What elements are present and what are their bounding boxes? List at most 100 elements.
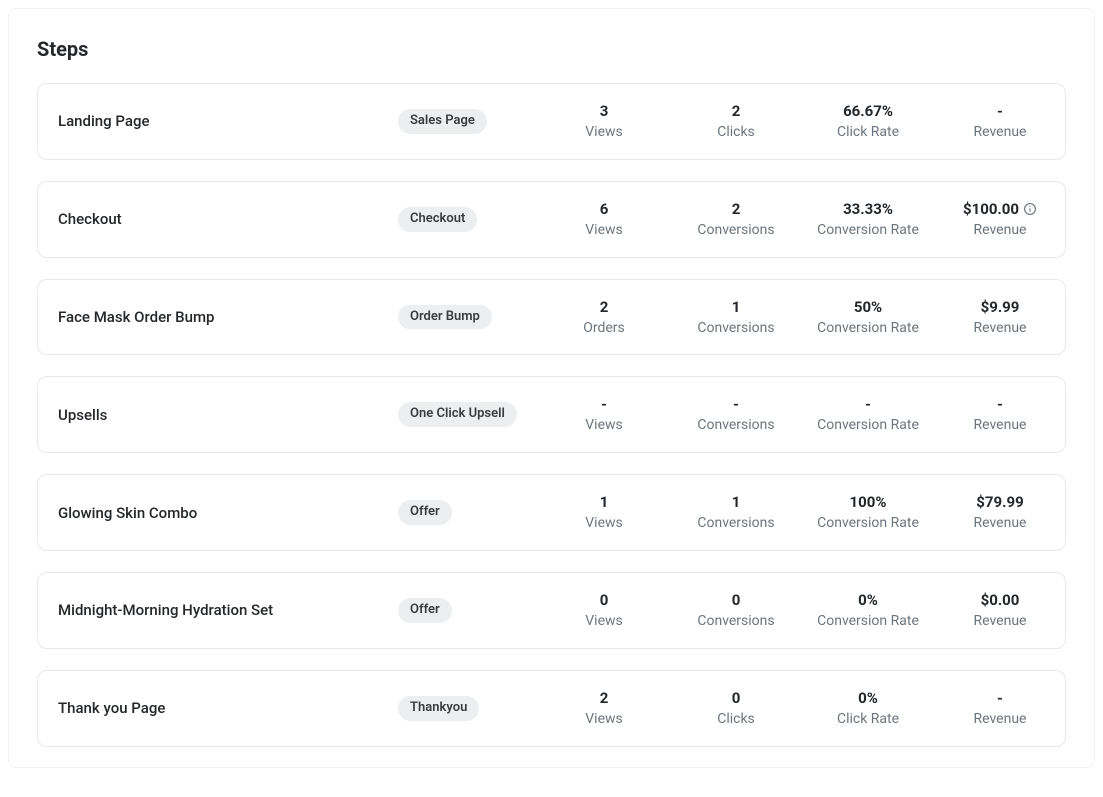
metric-value-text: $79.99	[976, 493, 1023, 511]
step-row[interactable]: UpsellsOne Click Upsell-Views-Conversion…	[37, 376, 1066, 453]
step-name: Face Mask Order Bump	[58, 308, 398, 326]
metric-label: Conversions	[697, 222, 774, 239]
metric-value-text: 6	[600, 200, 609, 218]
metric-label: Conversion Rate	[817, 417, 919, 434]
metric-label: Revenue	[974, 515, 1027, 532]
metric-value-text: -	[997, 689, 1003, 707]
metric-value-text: -	[997, 395, 1003, 413]
metric-value: $0.00	[981, 591, 1020, 609]
metric-value-text: 1	[732, 298, 741, 316]
metric: 100% Conversion Rate	[802, 493, 934, 532]
metric-label: Conversions	[697, 320, 774, 337]
metric-value-text: 1	[732, 493, 741, 511]
step-row[interactable]: Thank you PageThankyou2Views0Clicks0%Cli…	[37, 670, 1066, 747]
metric: 0%Conversion Rate	[802, 591, 934, 630]
metric-value: 2	[732, 102, 741, 120]
step-row[interactable]: Face Mask Order BumpOrder Bump2Orders1Co…	[37, 279, 1066, 356]
metric-label: Conversions	[697, 417, 774, 434]
metric-label: Click Rate	[837, 124, 899, 141]
metric-value: 3	[600, 102, 609, 120]
step-metrics: 2 Orders 1 Conversions 50% Conversion Rate $9.…	[538, 298, 1066, 337]
metric-value-text: -	[601, 395, 607, 413]
step-metrics: 6 Views 2Conversions 33.33% Conversion Rate $…	[538, 200, 1066, 239]
metric-value-text: -	[997, 102, 1003, 120]
step-type-badge: One Click Upsell	[398, 402, 517, 427]
metric-label: Revenue	[974, 222, 1027, 239]
metric-value: 0	[732, 591, 741, 609]
metric-label: Views	[585, 417, 623, 434]
step-name: Midnight-Morning Hydration Set	[58, 601, 398, 619]
metric-label: Conversion Rate	[817, 515, 919, 532]
metric-value-text: 0	[732, 591, 741, 609]
step-badge-cell: Checkout	[398, 207, 538, 232]
metric: $100.00 Revenue	[934, 200, 1066, 239]
step-metrics: 1 Views 1Conversions 100% Conversion Rate $79…	[538, 493, 1066, 532]
metric-value-text: 0	[732, 689, 741, 707]
metric-value-text: 100%	[850, 493, 887, 511]
metric: - Revenue	[934, 395, 1066, 434]
metric-value-text: 3	[600, 102, 609, 120]
metric-value: 0	[600, 591, 609, 609]
step-badge-cell: One Click Upsell	[398, 402, 538, 427]
metric-label: Revenue	[974, 613, 1027, 630]
metric-value: -	[997, 689, 1003, 707]
metric-value-text: 0%	[858, 689, 878, 707]
metric-value-text: 2	[600, 689, 609, 707]
metric-value: 100%	[850, 493, 887, 511]
step-row[interactable]: CheckoutCheckout6Views2Conversions33.33%…	[37, 181, 1066, 258]
metric-label: Orders	[583, 320, 625, 337]
metric-value: 66.67%	[843, 102, 893, 120]
metric: 1Conversions	[670, 493, 802, 532]
metric: 1 Conversions	[670, 298, 802, 337]
metric: $9.99Revenue	[934, 298, 1066, 337]
metric-label: Conversions	[697, 613, 774, 630]
metric-value-text: 2	[732, 102, 741, 120]
metric-label: Views	[585, 124, 623, 141]
metric: 2Conversions	[670, 200, 802, 239]
steps-list: Landing PageSales Page3Views2Clicks66.67…	[37, 83, 1066, 747]
metric: 0Clicks	[670, 689, 802, 728]
metric-label: Views	[585, 613, 623, 630]
metric: -Revenue	[934, 689, 1066, 728]
metric: $79.99 Revenue	[934, 493, 1066, 532]
metric-value: 50%	[854, 298, 882, 316]
info-icon[interactable]	[1023, 202, 1037, 216]
step-type-badge: Offer	[398, 500, 452, 525]
metric: 66.67% Click Rate	[802, 102, 934, 141]
metric-label: Conversion Rate	[817, 222, 919, 239]
metric: 0 Conversions	[670, 591, 802, 630]
metric-label: Views	[585, 515, 623, 532]
metric: - Conversions	[670, 395, 802, 434]
step-row[interactable]: Midnight-Morning Hydration SetOffer 0 View…	[37, 572, 1066, 649]
step-badge-cell: Offer	[398, 598, 538, 623]
metric-value: 6	[600, 200, 609, 218]
metric: 0 Views	[538, 591, 670, 630]
metric-value: 33.33%	[843, 200, 893, 218]
metric-value: 1	[600, 493, 609, 511]
metric-value-text: 2	[600, 298, 609, 316]
metric: 1 Views	[538, 493, 670, 532]
metric: 0%Click Rate	[802, 689, 934, 728]
step-row[interactable]: Glowing Skin ComboOffer1Views1Conversion…	[37, 474, 1066, 551]
metric-value-text: 0	[600, 591, 609, 609]
metric-value: $9.99	[981, 298, 1020, 316]
metric: 33.33% Conversion Rate	[802, 200, 934, 239]
step-row[interactable]: Landing PageSales Page3Views2Clicks66.67…	[37, 83, 1066, 160]
step-badge-cell: Thankyou	[398, 696, 538, 721]
metric-value: -	[601, 395, 607, 413]
step-type-badge: Offer	[398, 598, 452, 623]
metric-label: Conversion Rate	[817, 320, 919, 337]
metric: -Revenue	[934, 102, 1066, 141]
step-name: Checkout	[58, 210, 398, 228]
metric-value: -	[733, 395, 739, 413]
metric-label: Revenue	[974, 417, 1027, 434]
step-type-badge: Checkout	[398, 207, 477, 232]
metric-value-text: 50%	[854, 298, 882, 316]
metric-label: Views	[585, 222, 623, 239]
metric-value-text: $100.00	[963, 200, 1019, 218]
metric-value: 2	[600, 689, 609, 707]
metric: 3 Views	[538, 102, 670, 141]
metric-value-text: -	[733, 395, 739, 413]
metric-value-text: 0%	[858, 591, 878, 609]
step-metrics: 3Views2Clicks66.67%Click Rate-Revenue	[538, 102, 1066, 141]
